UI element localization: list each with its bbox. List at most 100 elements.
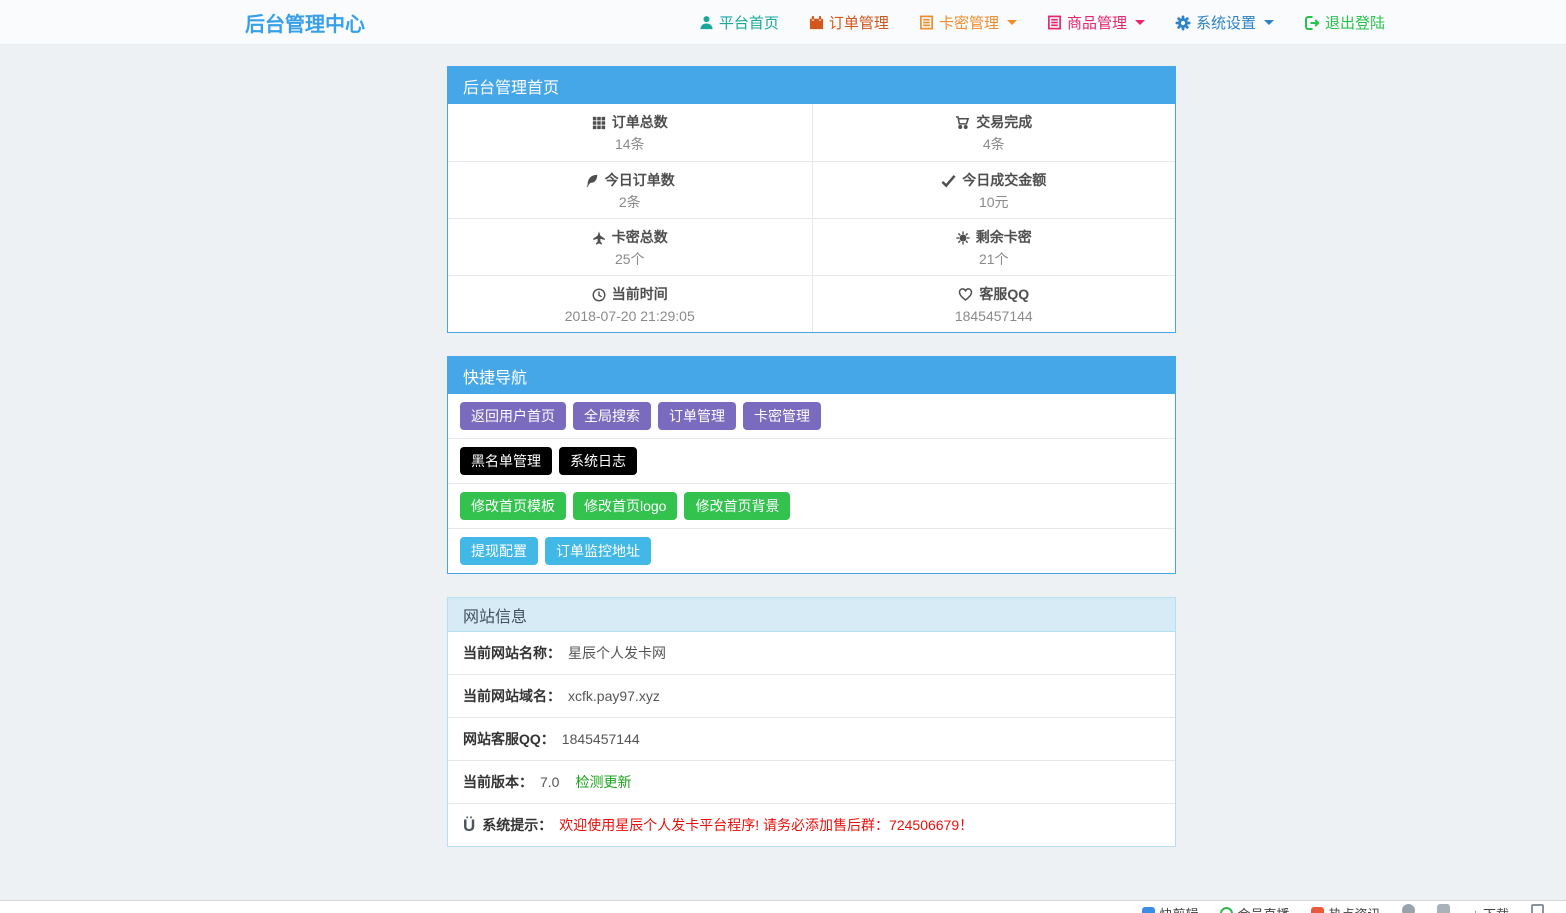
stat-value: 1845457144 (817, 307, 1172, 326)
toolbar-extra-1[interactable] (1402, 904, 1415, 913)
info-value: xcfk.pay97.xyz (568, 688, 660, 704)
download-item[interactable]: ↓ 下载 (1472, 904, 1509, 913)
withdraw-config-button[interactable]: 提现配置 (460, 537, 538, 565)
stat-remaining-cards: 剩余卡密 21个 (812, 218, 1176, 275)
stat-service-qq: 客服QQ 1845457144 (812, 275, 1176, 332)
order-monitor-url-button[interactable]: 订单监控地址 (545, 537, 651, 565)
system-notice-text: 欢迎使用星辰个人发卡平台程序! 请务必添加售后群：724506679！ (559, 815, 973, 835)
quick-nav-row-purple: 返回用户首页 全局搜索 订单管理 卡密管理 (448, 394, 1175, 438)
system-notice-row: Ü 系统提示： 欢迎使用星辰个人发卡平台程序! 请务必添加售后群：7245066… (448, 803, 1175, 846)
order-management-button[interactable]: 订单管理 (658, 402, 736, 430)
nav-label: 系统设置 (1196, 12, 1256, 33)
apps-grid-icon (1531, 904, 1544, 913)
info-value: 星辰个人发卡网 (568, 643, 666, 663)
stat-total-orders: 订单总数 14条 (448, 104, 812, 161)
grid-menu-item[interactable] (1531, 904, 1544, 913)
stat-today-orders: 今日订单数 2条 (448, 161, 812, 218)
check-update-link[interactable]: 检测更新 (575, 772, 631, 792)
edit-home-logo-button[interactable]: 修改首页logo (573, 492, 677, 520)
stat-completed-trades: 交易完成 4条 (812, 104, 1176, 161)
info-label: 网站客服QQ： (463, 729, 555, 749)
certificate-icon (956, 231, 970, 245)
panel-title: 后台管理首页 (448, 67, 1175, 104)
stat-label: 客服QQ (979, 285, 1029, 304)
stat-label: 今日订单数 (605, 171, 675, 190)
list-icon (1047, 15, 1062, 30)
logout-icon (1304, 15, 1320, 31)
bar-label: 热点资讯 (1328, 904, 1380, 913)
cart-icon (955, 115, 970, 130)
calendar-icon (809, 15, 824, 30)
toolbar-extra-2[interactable] (1437, 904, 1450, 913)
leaf-icon (585, 174, 599, 188)
top-navbar: 后台管理中心 平台首页 订单管理 卡密管理 商品管理 (0, 0, 1566, 45)
quick-nav-row-sky: 提现配置 订单监控地址 (448, 528, 1175, 573)
nav-label: 卡密管理 (939, 12, 999, 33)
site-info-panel: 网站信息 当前网站名称： 星辰个人发卡网 当前网站域名： xcfk.pay97.… (447, 597, 1176, 847)
plane-icon (592, 231, 606, 245)
stat-label: 今日成交金额 (962, 171, 1046, 190)
nav-label: 退出登陆 (1325, 12, 1385, 33)
info-label: 当前网站名称： (463, 643, 561, 663)
nav-item-card-management[interactable]: 卡密管理 (919, 12, 1017, 33)
heart-icon (958, 287, 973, 302)
gear-icon (1175, 15, 1191, 31)
quick-nav-row-green: 修改首页模板 修改首页logo 修改首页背景 (448, 483, 1175, 528)
tool-icon (1437, 904, 1450, 913)
tool-icon (1402, 904, 1415, 913)
stat-label: 卡密总数 (612, 228, 668, 247)
info-label: 系统提示： (482, 815, 552, 835)
stat-label: 交易完成 (976, 113, 1032, 132)
main-content: 后台管理首页 订单总数 14条 交易完成 4条 今日订单数 (447, 45, 1176, 847)
user-icon (699, 15, 714, 30)
main-nav: 平台首页 订单管理 卡密管理 商品管理 系统设置 (699, 0, 1385, 45)
stat-label: 剩余卡密 (976, 228, 1032, 247)
global-search-button[interactable]: 全局搜索 (573, 402, 651, 430)
stat-today-amount: 今日成交金额 10元 (812, 161, 1176, 218)
nav-item-platform-home[interactable]: 平台首页 (699, 12, 779, 33)
nav-item-system-settings[interactable]: 系统设置 (1175, 12, 1274, 33)
site-name-row: 当前网站名称： 星辰个人发卡网 (448, 632, 1175, 674)
live-icon (1220, 907, 1233, 913)
edit-home-background-button[interactable]: 修改首页背景 (684, 492, 790, 520)
hot-news-item[interactable]: 热点资讯 (1311, 904, 1380, 913)
stat-value: 2条 (452, 193, 808, 212)
quick-clip-item[interactable]: 快剪辑 (1142, 904, 1198, 913)
card-management-button[interactable]: 卡密管理 (743, 402, 821, 430)
stat-value: 10元 (817, 193, 1172, 212)
bar-label: 会员直播 (1237, 904, 1289, 913)
brand-title[interactable]: 后台管理中心 (245, 8, 365, 37)
site-domain-row: 当前网站域名： xcfk.pay97.xyz (448, 674, 1175, 717)
stats-grid: 订单总数 14条 交易完成 4条 今日订单数 2条 (448, 104, 1175, 332)
grid-icon (592, 116, 606, 130)
stat-value: 14条 (452, 135, 808, 154)
info-label: 当前版本： (463, 772, 533, 792)
bar-label: 下载 (1483, 904, 1509, 913)
chevron-down-icon (1135, 20, 1145, 25)
stat-value: 4条 (817, 135, 1172, 154)
nav-label: 订单管理 (829, 12, 889, 33)
blacklist-management-button[interactable]: 黑名单管理 (460, 447, 552, 475)
chevron-down-icon (1007, 20, 1017, 25)
dashboard-panel: 后台管理首页 订单总数 14条 交易完成 4条 今日订单数 (447, 66, 1176, 333)
back-to-user-home-button[interactable]: 返回用户首页 (460, 402, 566, 430)
browser-bottom-bar: 快剪辑 会员直播 热点资讯 ↓ 下载 (0, 900, 1566, 913)
quick-nav-row-black: 黑名单管理 系统日志 (448, 438, 1175, 483)
nav-item-order-management[interactable]: 订单管理 (809, 12, 889, 33)
chevron-down-icon (1264, 20, 1274, 25)
nav-label: 平台首页 (719, 12, 779, 33)
nav-label: 商品管理 (1067, 12, 1127, 33)
stat-total-cards: 卡密总数 25个 (448, 218, 812, 275)
panel-title: 网站信息 (448, 598, 1175, 632)
list-icon (919, 15, 934, 30)
stat-label: 订单总数 (612, 113, 668, 132)
nav-item-product-management[interactable]: 商品管理 (1047, 12, 1145, 33)
info-label: 当前网站域名： (463, 686, 561, 706)
edit-home-template-button[interactable]: 修改首页模板 (460, 492, 566, 520)
stat-value: 21个 (817, 250, 1172, 269)
magnet-icon: Ü (463, 817, 475, 834)
nav-item-logout[interactable]: 退出登陆 (1304, 12, 1385, 33)
check-icon (941, 173, 956, 188)
system-log-button[interactable]: 系统日志 (559, 447, 637, 475)
member-live-item[interactable]: 会员直播 (1220, 904, 1289, 913)
